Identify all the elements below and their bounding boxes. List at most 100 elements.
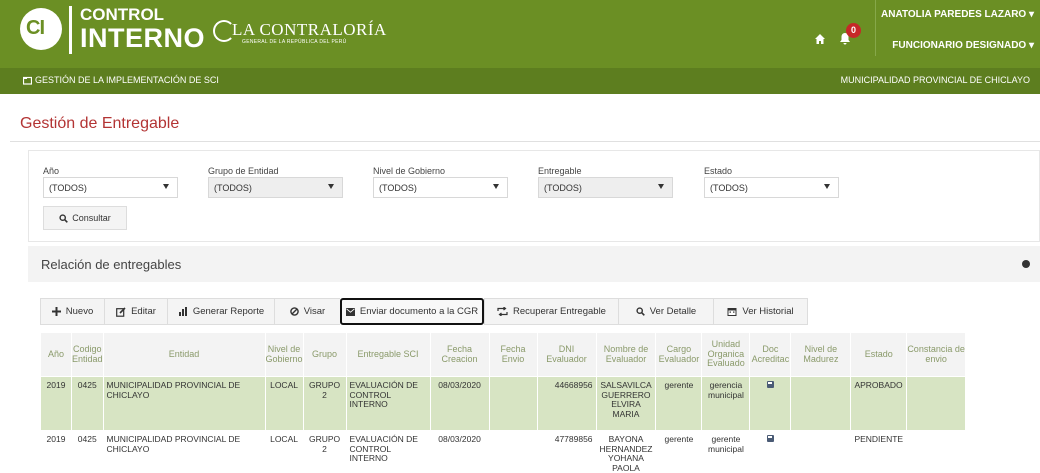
top-header: CI CONTROL INTERNO LA CONTRALORÍA GENERA… — [0, 0, 1040, 68]
module-bar: GESTIÓN DE LA IMPLEMENTACIÓN DE SCI MUNI… — [0, 68, 1040, 94]
cell-cargo: gerente — [655, 430, 703, 473]
nivel-value: (TODOS) — [379, 183, 417, 193]
cell-nivel: LOCAL — [264, 430, 304, 473]
estado-label: Estado — [704, 166, 733, 176]
col-header[interactable]: Doc Acreditac — [749, 332, 792, 377]
table-header-row: Año Codigo Entidad Entidad Nivel de Gobi… — [40, 332, 967, 377]
col-header[interactable]: Grupo — [302, 332, 347, 377]
col-header[interactable]: Entregable SCI — [345, 332, 431, 377]
cell-grupo: GRUPO 2 — [302, 376, 347, 431]
ban-icon — [289, 307, 299, 316]
cell-nombre: SALSAVILCA GUERRERO ELVIRA MARIA — [595, 376, 657, 431]
cell-codigo: 0425 — [71, 376, 104, 431]
table-row[interactable]: 2019 0425 MUNICIPALIDAD PROVINCIAL DE CH… — [40, 430, 967, 473]
col-header[interactable]: Constancia de envio — [906, 332, 967, 377]
grupo-select[interactable]: (TODOS) — [208, 177, 343, 198]
relacion-title: Relación de entregables — [41, 257, 182, 272]
ver-historial-button[interactable]: Ver Historial — [713, 298, 808, 325]
anio-label: Año — [43, 166, 60, 176]
relacion-header: Relación de entregables — [28, 246, 1040, 282]
cell-madurez — [790, 376, 852, 431]
col-header[interactable]: Nivel de Gobierno — [264, 332, 304, 377]
role-menu[interactable]: FUNCIONARIO DESIGNADO ▾ — [892, 40, 1034, 51]
cell-dni: 44668956 — [536, 376, 597, 431]
consultar-button[interactable]: Consultar — [43, 206, 127, 230]
edit-icon — [116, 306, 126, 317]
search-icon — [636, 307, 645, 316]
search-icon — [59, 213, 69, 223]
table-row[interactable]: 2019 0425 MUNICIPALIDAD PROVINCIAL DE CH… — [40, 376, 967, 431]
cell-estado: PENDIENTE — [850, 430, 908, 473]
estado-value: (TODOS) — [710, 183, 748, 193]
collapse-toggle-icon[interactable] — [1022, 260, 1030, 268]
col-header[interactable]: Cargo Evaluador — [655, 332, 703, 377]
contraloria-name: LA CONTRALORÍA — [232, 20, 387, 39]
nivel-select[interactable]: (TODOS) — [373, 177, 508, 198]
cell-fecha-envio — [488, 376, 538, 431]
entregable-value: (TODOS) — [544, 183, 582, 193]
cell-entidad: MUNICIPALIDAD PROVINCIAL DE CHICLAYO — [102, 430, 266, 473]
header-divider — [875, 0, 876, 56]
cell-dni: 47789856 — [536, 430, 597, 473]
save-icon[interactable] — [766, 381, 774, 388]
estado-select[interactable]: (TODOS) — [704, 177, 839, 198]
recuperar-label: Recuperar Entregable — [513, 306, 606, 317]
enviar-documento-button[interactable]: Enviar documento a la CGR — [340, 298, 484, 325]
cell-nombre: BAYONA HERNANDEZ YOHANA PAOLA — [595, 430, 657, 473]
editar-label: Editar — [131, 306, 156, 317]
anio-select[interactable]: (TODOS) — [43, 177, 178, 198]
col-header[interactable]: Estado — [850, 332, 908, 377]
filter-panel: Año (TODOS) Grupo de Entidad (TODOS) Niv… — [28, 150, 1040, 242]
col-header[interactable]: Fecha Envio — [488, 332, 538, 377]
envelope-icon — [345, 307, 355, 316]
ver-detalle-button[interactable]: Ver Detalle — [618, 298, 713, 325]
logo-line2: INTERNO — [80, 23, 205, 53]
recuperar-button[interactable]: Recuperar Entregable — [484, 298, 618, 325]
visar-button[interactable]: Visar — [274, 298, 340, 325]
chevron-down-icon — [163, 184, 169, 189]
cell-codigo: 0425 — [71, 430, 104, 473]
chevron-down-icon — [328, 184, 334, 189]
generar-reporte-button[interactable]: Generar Reporte — [167, 298, 274, 325]
ver-historial-label: Ver Historial — [742, 306, 794, 317]
cell-constancia — [906, 430, 967, 473]
col-header[interactable]: Entidad — [102, 332, 266, 377]
cell-entidad: MUNICIPALIDAD PROVINCIAL DE CHICLAYO — [102, 376, 266, 431]
cell-fecha-creacion: 08/03/2020 — [429, 376, 490, 431]
col-header[interactable]: Fecha Creacion — [429, 332, 490, 377]
user-menu[interactable]: ANATOLIA PAREDES LAZARO ▾ — [881, 9, 1034, 20]
notification-badge: 0 — [846, 23, 861, 38]
nuevo-label: Nuevo — [65, 306, 94, 317]
nuevo-button[interactable]: Nuevo — [40, 298, 104, 325]
generar-label: Generar Reporte — [192, 306, 265, 317]
chevron-down-icon — [493, 184, 499, 189]
col-header[interactable]: DNI Evaluador — [536, 332, 597, 377]
module-link[interactable]: GESTIÓN DE LA IMPLEMENTACIÓN DE SCI — [23, 75, 219, 85]
col-header[interactable]: Unidad Organica Evaluado — [701, 332, 751, 377]
cell-anio: 2019 — [40, 430, 72, 473]
retweet-icon — [497, 307, 508, 316]
cell-fecha-creacion: 08/03/2020 — [429, 430, 490, 473]
editar-button[interactable]: Editar — [104, 298, 167, 325]
action-toolbar: Nuevo Editar Generar Reporte Visar Envia… — [40, 298, 808, 325]
entregable-select[interactable]: (TODOS) — [538, 177, 673, 198]
cell-unidad: gerencia municipal — [701, 376, 751, 431]
logo-divider — [69, 6, 72, 54]
consultar-label: Consultar — [72, 213, 111, 223]
entregable-label: Entregable — [538, 166, 582, 176]
title-divider — [10, 141, 1040, 142]
ver-detalle-label: Ver Detalle — [649, 306, 697, 317]
cell-doc — [749, 376, 792, 431]
col-header[interactable]: Nivel de Madurez — [790, 332, 852, 377]
cell-entregable: EVALUACIÓN DE CONTROL INTERNO — [345, 430, 431, 473]
plus-icon — [51, 307, 61, 316]
home-icon[interactable] — [814, 33, 826, 45]
logo-line1: CONTROL — [80, 5, 165, 24]
col-header[interactable]: Año — [40, 332, 72, 377]
cell-unidad: gerente municipal — [701, 430, 751, 473]
col-header[interactable]: Nombre de Evaluador — [595, 332, 657, 377]
chevron-down-icon — [824, 184, 830, 189]
visar-label: Visar — [303, 306, 326, 317]
save-icon[interactable] — [766, 435, 774, 442]
col-header[interactable]: Codigo Entidad — [71, 332, 104, 377]
